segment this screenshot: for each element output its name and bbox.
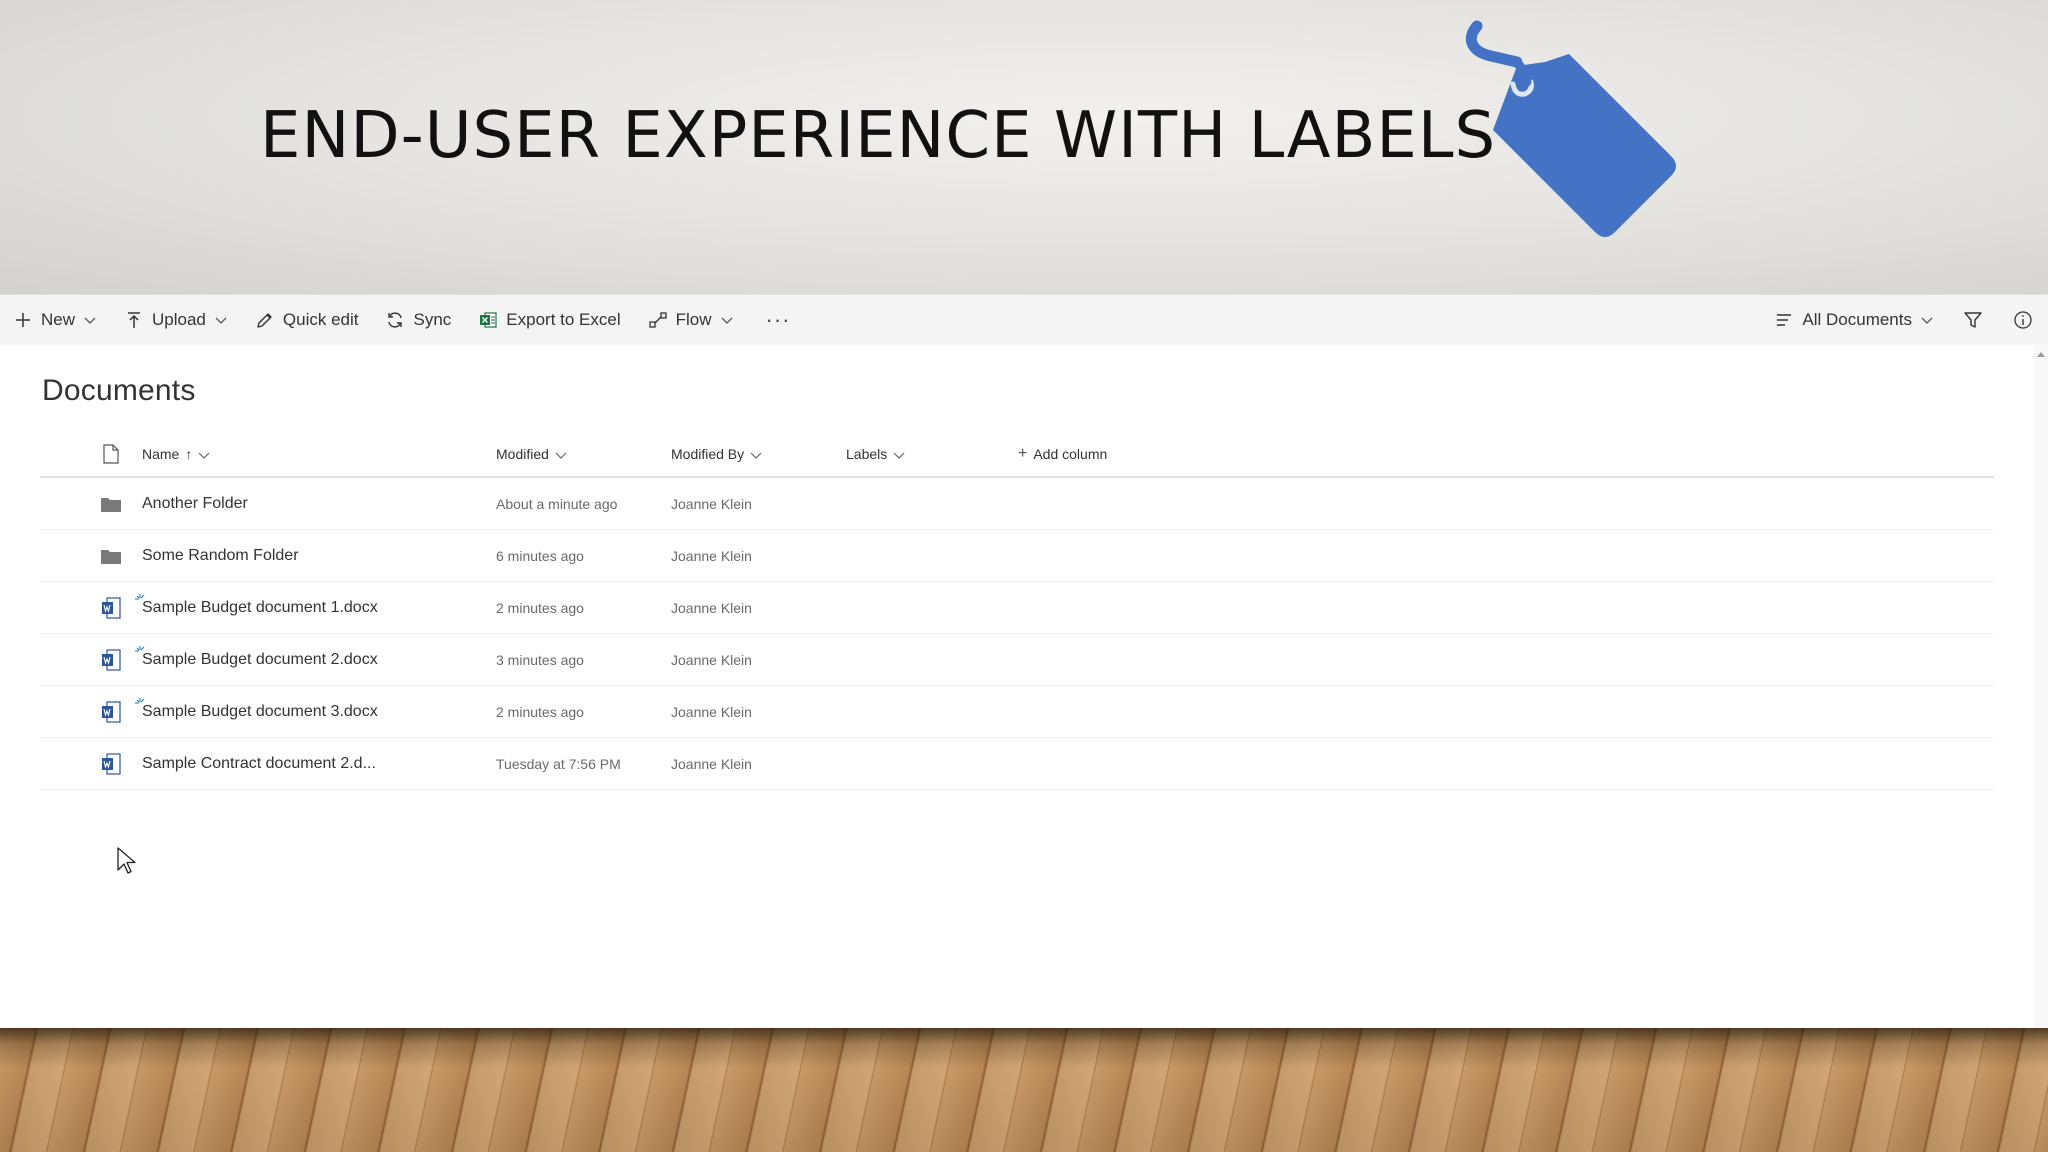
modified-column-header[interactable]: Modified [496,432,567,476]
row-modified-by[interactable]: Joanne Klein [671,686,752,737]
sync-button[interactable]: Sync [372,295,465,345]
chevron-down-icon [83,313,97,327]
floor-shadow [0,1028,2048,1152]
info-button[interactable] [1998,295,2048,345]
view-label: All Documents [1802,310,1912,329]
mouse-pointer-icon [116,846,138,876]
chevron-down-icon [720,313,734,327]
row-name-link[interactable]: Sample Contract document 2.d... [142,738,376,789]
row-modified-by[interactable]: Joanne Klein [671,738,752,789]
quick-edit-label: Quick edit [282,310,359,329]
labels-column-header[interactable]: Labels [846,432,905,476]
new-button[interactable]: New [0,295,111,345]
export-to-excel-button[interactable]: Export to Excel [465,295,634,345]
view-switcher[interactable]: All Documents [1761,295,1948,345]
table-row[interactable]: Some Random Folder 6 minutes ago Joanne … [40,530,1994,582]
upload-label: Upload [152,310,206,329]
word-document-icon [96,738,126,789]
row-modified-by[interactable]: Joanne Klein [671,634,752,685]
info-icon [2014,311,2032,329]
chevron-down-icon [893,448,905,460]
row-modified-by[interactable]: Joanne Klein [671,582,752,633]
add-column-button[interactable]: + Add column [1018,432,1107,476]
row-modified: 3 minutes ago [496,651,584,668]
word-document-icon [96,582,126,633]
tag-icon [1455,18,1685,248]
table-row[interactable]: Sample Budget document 3.docx 2 minutes … [40,686,1994,738]
folder-icon [96,478,126,529]
chevron-down-icon [555,448,567,460]
sort-ascending-icon: ↑ [185,446,193,462]
chevron-down-icon [1920,313,1934,327]
quick-edit-button[interactable]: Quick edit [242,295,373,345]
word-document-icon [96,686,126,737]
command-bar-right: All Documents [1761,295,2048,345]
sync-label: Sync [413,310,452,329]
document-list: Name ↑ Modified Modified By Labels + Add… [40,432,1994,790]
filter-icon [1964,312,1982,328]
view-list-icon [1773,309,1795,331]
row-modified: Tuesday at 7:56 PM [496,755,621,772]
row-modified: 2 minutes ago [496,703,584,720]
row-modified: About a minute ago [496,495,618,512]
row-name-link[interactable]: Sample Budget document 2.docx [142,634,378,685]
labels-header-label: Labels [846,446,888,462]
row-name-link[interactable]: Sample Budget document 3.docx [142,686,378,737]
plus-icon: + [1018,445,1028,462]
flow-icon [647,309,669,331]
chevron-down-icon [750,448,762,460]
excel-icon [477,309,499,331]
upload-button[interactable]: Upload [111,295,242,345]
flow-button[interactable]: Flow [635,295,748,345]
scroll-up-icon[interactable] [2036,346,2046,357]
export-label: Export to Excel [506,310,621,329]
add-column-label: Add column [1033,446,1108,462]
chevron-down-icon [198,448,210,460]
new-label: New [41,310,76,329]
document-library-window: New Upload Quick edit Sync Export to Exc… [0,294,2048,1028]
flow-label: Flow [675,310,712,329]
word-document-icon [96,634,126,685]
row-modified-by[interactable]: Joanne Klein [671,478,752,529]
table-row[interactable]: Sample Budget document 2.docx 3 minutes … [40,634,1994,686]
name-column-header[interactable]: Name ↑ [142,432,210,476]
filter-button[interactable] [1948,295,1998,345]
name-header-label: Name [142,446,180,462]
modified-by-column-header[interactable]: Modified By [671,432,762,476]
vertical-scrollbar[interactable] [2034,344,2048,1028]
sync-icon [384,309,406,331]
file-type-header[interactable] [96,432,126,476]
pencil-icon [254,309,276,331]
slide-title: END-USER EXPERIENCE WITH LABELS [260,99,1497,173]
more-actions-button[interactable]: ··· [748,295,809,345]
command-bar: New Upload Quick edit Sync Export to Exc… [0,294,2048,345]
row-modified: 2 minutes ago [496,599,584,616]
row-modified: 6 minutes ago [496,547,584,564]
table-row[interactable]: Another Folder About a minute ago Joanne… [40,478,1994,530]
plus-icon [12,309,34,331]
row-name-link[interactable]: Sample Budget document 1.docx [142,582,378,633]
chevron-down-icon [214,313,228,327]
row-name-link[interactable]: Some Random Folder [142,530,299,581]
row-name-link[interactable]: Another Folder [142,478,248,529]
table-row[interactable]: Sample Budget document 1.docx 2 minutes … [40,582,1994,634]
list-header: Name ↑ Modified Modified By Labels + Add… [40,432,1994,478]
modified-by-header-label: Modified By [671,446,745,462]
document-icon [103,444,119,464]
row-modified-by[interactable]: Joanne Klein [671,530,752,581]
upload-icon [123,309,145,331]
modified-header-label: Modified [496,446,549,462]
library-title: Documents [42,374,196,407]
table-row[interactable]: Sample Contract document 2.d... Tuesday … [40,738,1994,790]
folder-icon [96,530,126,581]
